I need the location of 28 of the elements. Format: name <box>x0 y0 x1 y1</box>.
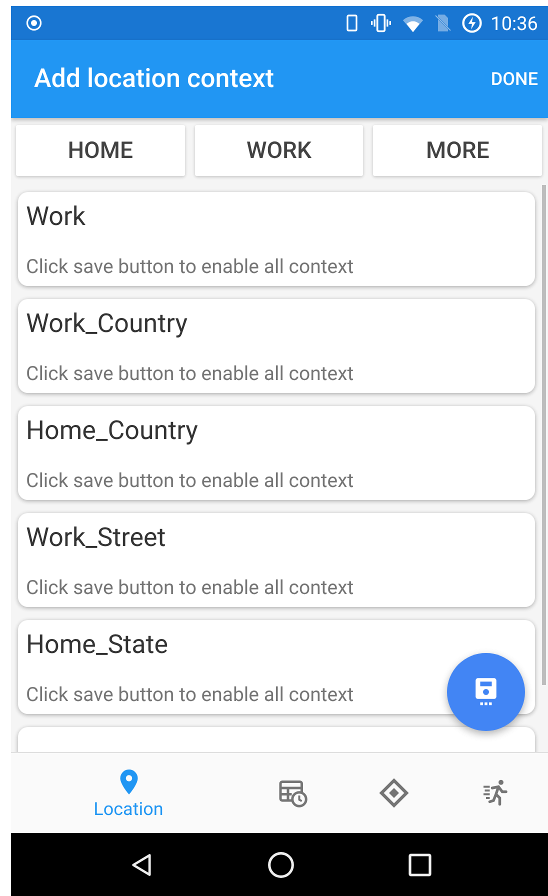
filter-button[interactable]: HOME <box>16 125 185 176</box>
card-subtitle: Click save button to enable all context <box>26 576 354 599</box>
context-card[interactable]: Home_Country Click save button to enable all context <box>18 406 535 500</box>
recents-icon[interactable] <box>408 852 432 876</box>
no-sim-icon <box>432 12 453 34</box>
card-title: Home_State <box>26 630 168 660</box>
filter-button[interactable]: MORE <box>373 125 542 176</box>
battery-charging-icon <box>460 12 483 34</box>
context-card[interactable]: Work Click save button to enable all context <box>18 192 535 286</box>
card-title: Home_Country <box>26 416 198 446</box>
context-card[interactable]: Work_Country Click save button to enable all context <box>18 299 535 393</box>
context-card[interactable]: Home_State Click save button to enable all context <box>18 620 535 714</box>
filter-button[interactable]: WORK <box>194 125 364 176</box>
card-subtitle: Click save button to enable all context <box>26 683 354 706</box>
diamond-icon <box>379 778 409 808</box>
record-icon <box>25 14 43 32</box>
status-time: 10:36 <box>490 12 538 34</box>
card-subtitle: Click save button to enable all context <box>26 362 354 385</box>
card-title: Work <box>26 202 86 232</box>
screen-title: Add location context <box>34 64 274 94</box>
card-subtitle: Click save button to enable all context <box>26 255 354 278</box>
vibrate-icon <box>368 12 393 34</box>
card-title: Work_Street <box>26 523 166 553</box>
context-card[interactable]: Work_Street Click save button to enable all context <box>18 513 535 607</box>
card-subtitle: Click save button to enable all context <box>26 469 354 492</box>
home-icon[interactable] <box>267 850 296 878</box>
card-title: Work_Country <box>26 309 188 339</box>
table-clock-icon <box>278 778 308 808</box>
